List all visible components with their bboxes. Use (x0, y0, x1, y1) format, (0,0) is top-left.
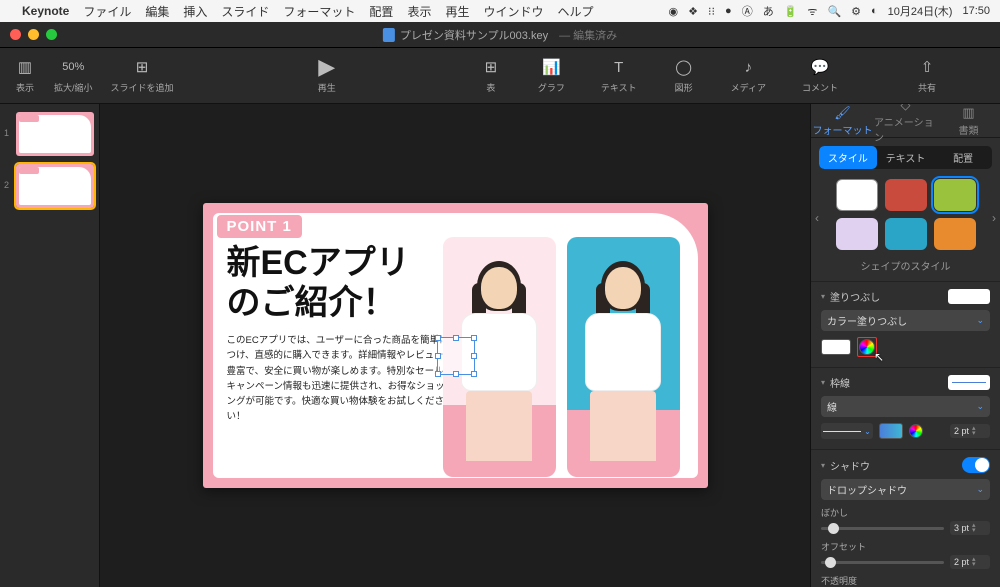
style-swatch[interactable] (934, 218, 976, 250)
style-swatch[interactable] (885, 218, 927, 250)
status-icon[interactable]: ⁝⁝ (708, 5, 715, 18)
fill-section: ▾塗りつぶし カラー塗りつぶし⌄ ↖ (811, 281, 1000, 367)
status-rec-icon[interactable]: ● (725, 5, 732, 17)
style-swatch[interactable] (836, 179, 878, 211)
menu-insert[interactable]: 挿入 (183, 3, 207, 20)
app-name[interactable]: Keynote (22, 4, 69, 18)
style-swatch[interactable] (934, 179, 976, 211)
fill-preview[interactable] (948, 289, 990, 304)
line-style-dropdown[interactable]: ⌄ (821, 423, 873, 439)
slide-thumbnail-1[interactable] (16, 112, 94, 156)
styles-prev[interactable]: ‹ (815, 211, 819, 225)
animate-tab[interactable]: ◇アニメーション (874, 104, 937, 137)
status-siri-icon[interactable]: ◐ (871, 5, 878, 17)
shadow-section: ▾シャドウ ドロップシャドウ⌄ ぼかし 3 pt▴▾ オフセット 2 pt▴▾ … (811, 449, 1000, 587)
play-button[interactable]: ▶再生 (316, 57, 338, 94)
status-time[interactable]: 17:50 (962, 5, 990, 17)
border-color-wheel[interactable] (909, 424, 923, 438)
menu-edit[interactable]: 編集 (145, 3, 169, 20)
blur-label: ぼかし (821, 506, 990, 519)
shadow-type-dropdown[interactable]: ドロップシャドウ⌄ (821, 479, 990, 500)
border-width-field[interactable]: 2 pt▴▾ (950, 424, 990, 438)
slide-navigator: 1 2 (0, 104, 100, 587)
status-battery-icon[interactable]: 🔋 (784, 5, 798, 18)
slide-photo-2 (567, 237, 680, 477)
shape-selection[interactable] (437, 337, 475, 375)
menu-format[interactable]: フォーマット (283, 3, 355, 20)
offset-field[interactable]: 2 pt▴▾ (950, 555, 990, 569)
document-title: プレゼン資料サンプル003.key (400, 27, 548, 43)
style-swatch[interactable] (836, 218, 878, 250)
menu-arrange[interactable]: 配置 (369, 3, 393, 20)
offset-slider[interactable] (821, 561, 944, 564)
window-titlebar: プレゼン資料サンプル003.key — 編集済み (0, 22, 1000, 48)
comment-button[interactable]: 💬コメント (802, 57, 838, 94)
status-icon[interactable]: あ (763, 3, 774, 19)
opacity-label: 不透明度 (821, 574, 990, 587)
border-type-dropdown[interactable]: 線⌄ (821, 396, 990, 417)
chart-button[interactable]: 📊グラフ (538, 57, 565, 94)
slide-thumbnail-2[interactable] (16, 164, 94, 208)
style-subtab[interactable]: スタイル (819, 146, 877, 169)
menubar: Keynote ファイル 編集 挿入 スライド フォーマット 配置 表示 再生 … (0, 0, 1000, 22)
menu-slide[interactable]: スライド (221, 3, 269, 20)
fill-label: 塗りつぶし (830, 289, 880, 304)
view-button[interactable]: ▥表示 (14, 57, 36, 94)
blur-slider[interactable] (821, 527, 944, 530)
slide-canvas[interactable]: POINT 1 新ECアプリのご紹介！ このECアプリでは、ユーザーに合った商品… (100, 104, 810, 587)
edited-label: — 編集済み (559, 27, 617, 43)
zoom-dropdown[interactable]: 50%拡大/縮小 (54, 57, 93, 94)
toolbar: ▥表示 50%拡大/縮小 ⊞スライドを追加 ▶再生 ⊞表 📊グラフ Tテキスト … (0, 48, 1000, 104)
border-color-well[interactable] (879, 423, 903, 439)
status-control-icon[interactable]: ⚙ (851, 5, 861, 18)
status-icon[interactable]: ❖ (688, 5, 698, 18)
menu-play[interactable]: 再生 (445, 3, 469, 20)
document-icon (383, 28, 395, 42)
arrange-subtab[interactable]: 配置 (934, 146, 992, 169)
status-wifi-icon[interactable]: ᯤ (807, 4, 817, 19)
cursor-icon: ↖ (874, 350, 884, 364)
slide: POINT 1 新ECアプリのご紹介！ このECアプリでは、ユーザーに合った商品… (203, 203, 708, 488)
status-search-icon[interactable]: 🔍 (827, 5, 841, 18)
slide-badge: POINT 1 (217, 215, 302, 238)
fill-type-dropdown[interactable]: カラー塗りつぶし⌄ (821, 310, 990, 331)
fill-color-wheel[interactable] (859, 339, 875, 355)
blur-field[interactable]: 3 pt▴▾ (950, 521, 990, 535)
inspector: 🖌フォーマット ◇アニメーション ▥書類 スタイル テキスト 配置 ‹ › シェ… (810, 104, 1000, 587)
menu-view[interactable]: 表示 (407, 3, 431, 20)
format-tab[interactable]: 🖌フォーマット (811, 104, 874, 137)
slide-body-text: このECアプリでは、ユーザーに合った商品を簡単に見つけ、直感的に購入できます。詳… (227, 333, 462, 424)
shadow-toggle[interactable] (962, 457, 990, 473)
add-slide-button[interactable]: ⊞スライドを追加 (111, 57, 174, 94)
status-icon[interactable]: Ⓐ (742, 3, 753, 19)
close-button[interactable] (10, 29, 21, 40)
shape-styles-label: シェイプのスタイル (811, 252, 1000, 281)
offset-label: オフセット (821, 540, 990, 553)
share-button[interactable]: ⇧共有 (916, 57, 938, 94)
menu-window[interactable]: ウインドウ (483, 3, 543, 20)
border-preview[interactable] (948, 375, 990, 390)
style-swatch[interactable] (885, 179, 927, 211)
styles-next[interactable]: › (992, 211, 996, 225)
menu-help[interactable]: ヘルプ (557, 3, 593, 20)
text-subtab[interactable]: テキスト (877, 146, 935, 169)
document-tab[interactable]: ▥書類 (937, 104, 1000, 137)
status-icon[interactable]: ◉ (669, 5, 679, 18)
status-date[interactable]: 10月24日(木) (888, 3, 953, 19)
menu-file[interactable]: ファイル (83, 3, 131, 20)
text-button[interactable]: Tテキスト (601, 57, 637, 94)
shadow-label: シャドウ (830, 458, 870, 473)
zoom-button[interactable] (46, 29, 57, 40)
border-label: 枠線 (830, 375, 850, 390)
table-button[interactable]: ⊞表 (480, 57, 502, 94)
fill-color-well[interactable] (821, 339, 851, 355)
border-section: ▾枠線 線⌄ ⌄ 2 pt▴▾ (811, 367, 1000, 449)
minimize-button[interactable] (28, 29, 39, 40)
shape-button[interactable]: ◯図形 (673, 57, 695, 94)
media-button[interactable]: ♪メディア (731, 57, 766, 94)
